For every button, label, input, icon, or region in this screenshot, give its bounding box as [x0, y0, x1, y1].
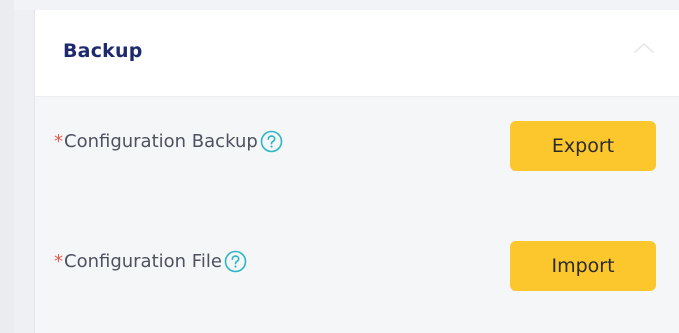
- backup-panel: Backup * Configuration Backup Export * C…: [34, 10, 679, 333]
- required-mark: *: [54, 251, 63, 272]
- configuration-backup-label: Configuration Backup: [64, 131, 258, 152]
- configuration-backup-row: * Configuration Backup Export: [35, 120, 679, 180]
- left-rail: [0, 0, 14, 333]
- question-circle-icon[interactable]: [260, 130, 283, 153]
- question-circle-icon[interactable]: [224, 250, 247, 273]
- chevron-up-icon[interactable]: [631, 38, 657, 58]
- panel-title: Backup: [63, 40, 143, 62]
- page-top-strip: [14, 0, 679, 10]
- import-button[interactable]: Import: [510, 241, 656, 291]
- export-button[interactable]: Export: [510, 121, 656, 171]
- required-mark: *: [54, 131, 63, 152]
- backup-panel-header[interactable]: Backup: [35, 10, 679, 97]
- configuration-file-row: * Configuration File Import: [35, 240, 679, 300]
- configuration-file-label: Configuration File: [64, 251, 222, 272]
